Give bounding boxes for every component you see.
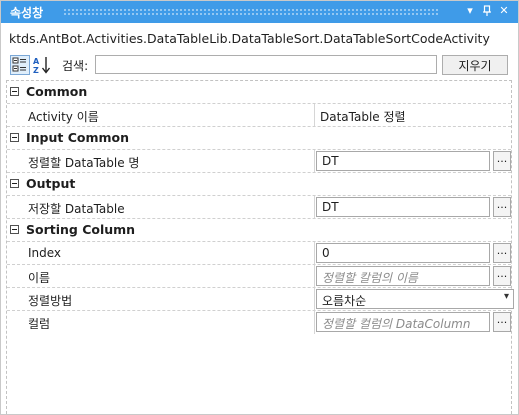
property-label: 저장할 DataTable <box>28 202 125 216</box>
categorized-view-button[interactable] <box>10 55 30 75</box>
ellipsis-button[interactable]: ... <box>493 151 511 171</box>
pin-icon[interactable] <box>479 2 495 20</box>
svg-text:A: A <box>33 57 40 66</box>
datacolumn-field[interactable]: 정렬할 컬럼의 DataColumn <box>316 312 490 332</box>
property-label: Index <box>28 246 62 260</box>
selected-type-name: ktds.AntBot.Activities.DataTableLib.Data… <box>9 31 490 46</box>
ellipsis-button[interactable]: ... <box>493 243 511 263</box>
save-datatable-field[interactable]: DT <box>316 197 490 217</box>
sort-method-value: 오름차순 <box>322 294 367 308</box>
property-label: Activity 이름 <box>28 110 99 124</box>
search-input[interactable] <box>95 55 437 74</box>
collapse-icon[interactable] <box>10 133 19 142</box>
category-label: Sorting Column <box>26 222 136 237</box>
title-bar[interactable]: 속성창 ▾ ✕ <box>1 1 518 23</box>
svg-text:Z: Z <box>33 66 39 75</box>
categorized-icon <box>12 57 26 72</box>
property-label: 이름 <box>28 271 51 285</box>
ellipsis-button[interactable]: ... <box>493 197 511 217</box>
category-label: Output <box>26 176 76 191</box>
property-label: 컬럼 <box>28 317 51 331</box>
properties-toolbar: A Z 검색: 지우기 <box>1 52 518 78</box>
window-title: 속성창 <box>10 6 44 20</box>
search-label: 검색: <box>62 59 89 73</box>
property-row-name[interactable]: 이름 정렬할 칼럼의 이름 ... <box>7 265 511 288</box>
category-label: Common <box>26 84 88 99</box>
property-label: 정렬방법 <box>28 294 73 308</box>
category-label: Input Common <box>26 130 130 145</box>
close-icon[interactable]: ✕ <box>496 2 512 20</box>
category-common[interactable]: Common <box>7 81 511 104</box>
activity-name-value[interactable]: DataTable 정렬 <box>320 108 406 125</box>
column-name-field[interactable]: 정렬할 칼럼의 이름 <box>316 266 490 286</box>
property-grid: Common Activity 이름 DataTable 정렬 Input Co… <box>6 80 514 414</box>
index-field[interactable]: 0 <box>316 243 490 263</box>
property-label: 정렬할 DataTable 명 <box>28 156 140 170</box>
ellipsis-button[interactable]: ... <box>493 312 511 332</box>
drag-grip[interactable] <box>63 8 440 16</box>
alphabetical-sort-button[interactable]: A Z <box>32 55 52 75</box>
property-row-save-datatable[interactable]: 저장할 DataTable DT ... <box>7 196 511 219</box>
property-row-sort-method[interactable]: 정렬방법 오름차순 ▾ <box>7 288 514 311</box>
category-sorting-column[interactable]: Sorting Column <box>7 219 511 242</box>
collapse-icon[interactable] <box>10 225 19 234</box>
chevron-down-icon[interactable]: ▾ <box>504 291 509 302</box>
collapse-icon[interactable] <box>10 87 19 96</box>
collapse-icon[interactable] <box>10 179 19 188</box>
sort-method-select[interactable]: 오름차순 ▾ <box>316 289 514 309</box>
clear-button[interactable]: 지우기 <box>442 55 508 75</box>
properties-window: 속성창 ▾ ✕ ktds.AntBot.Activities.DataTable… <box>0 0 519 415</box>
property-row-column[interactable]: 컬럼 정렬할 컬럼의 DataColumn ... <box>7 311 511 334</box>
sort-az-icon: A Z <box>33 57 51 75</box>
category-output[interactable]: Output <box>7 173 511 196</box>
sort-datatable-field[interactable]: DT <box>316 151 490 171</box>
property-row-index[interactable]: Index 0 ... <box>7 242 511 265</box>
category-input-common[interactable]: Input Common <box>7 127 511 150</box>
property-row-sort-datatable[interactable]: 정렬할 DataTable 명 DT ... <box>7 150 511 173</box>
dropdown-icon[interactable]: ▾ <box>462 2 478 20</box>
property-row-activity-name[interactable]: Activity 이름 DataTable 정렬 <box>7 104 511 127</box>
ellipsis-button[interactable]: ... <box>493 266 511 286</box>
